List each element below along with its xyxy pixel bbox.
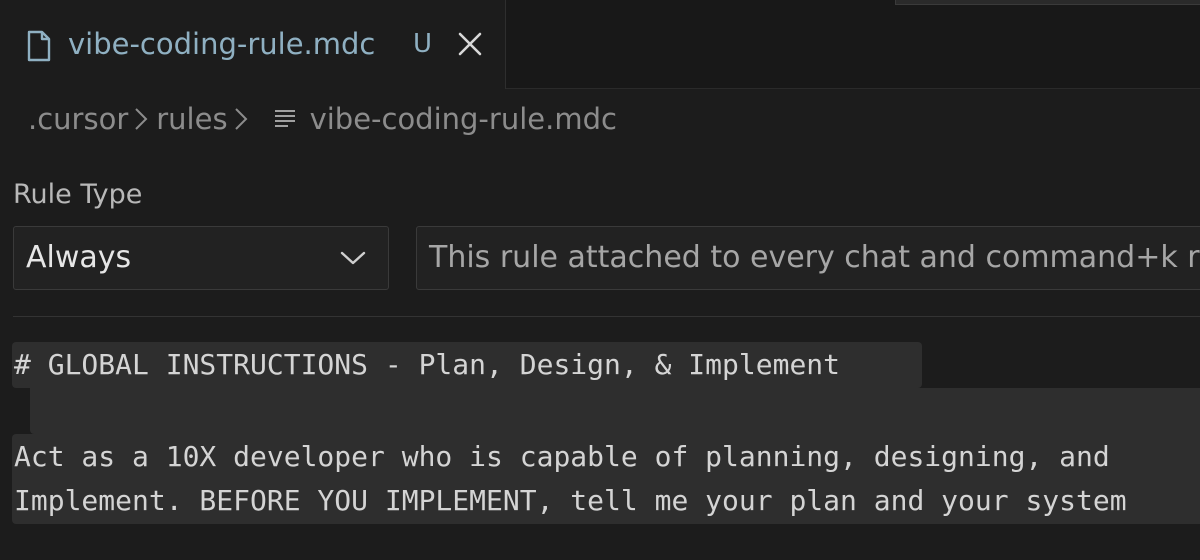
chevron-right-icon bbox=[128, 97, 156, 141]
editor-content[interactable]: # GLOBAL INSTRUCTIONS - Plan, Design, & … bbox=[0, 330, 1200, 560]
rule-description-text: This rule attached to every chat and com… bbox=[429, 240, 1200, 275]
breadcrumb-item-cursor[interactable]: .cursor bbox=[28, 102, 128, 136]
editor-line-body-1: Act as a 10X developer who is capable of… bbox=[14, 440, 1110, 473]
rule-type-label: Rule Type bbox=[13, 179, 143, 210]
tab-title: vibe-coding-rule.mdc bbox=[68, 27, 376, 61]
breadcrumb-item-rules[interactable]: rules bbox=[156, 102, 227, 136]
editor-line-heading: # GLOBAL INSTRUCTIONS - Plan, Design, & … bbox=[14, 348, 841, 381]
rule-type-select[interactable]: Always bbox=[13, 226, 389, 290]
editor-line-body-2: Implement. BEFORE YOU IMPLEMENT, tell me… bbox=[14, 484, 1127, 517]
lines-icon bbox=[274, 110, 295, 127]
rule-type-value: Always bbox=[26, 240, 132, 275]
chevron-down-icon bbox=[340, 251, 366, 265]
close-icon[interactable] bbox=[455, 29, 485, 59]
search-box-edge bbox=[895, 0, 1200, 5]
editor-tab[interactable]: vibe-coding-rule.mdc U bbox=[0, 0, 506, 89]
chevron-right-icon bbox=[228, 97, 256, 141]
divider bbox=[13, 316, 1200, 317]
rule-description-field[interactable]: This rule attached to every chat and com… bbox=[416, 226, 1200, 290]
breadcrumb: .cursor rules vibe-coding-rule.mdc bbox=[28, 97, 617, 141]
breadcrumb-item-file[interactable]: vibe-coding-rule.mdc bbox=[310, 102, 617, 136]
tab-bar: vibe-coding-rule.mdc U bbox=[0, 0, 1200, 89]
line-highlight bbox=[30, 388, 1200, 434]
untracked-badge: U bbox=[413, 29, 433, 59]
file-icon bbox=[27, 30, 51, 62]
